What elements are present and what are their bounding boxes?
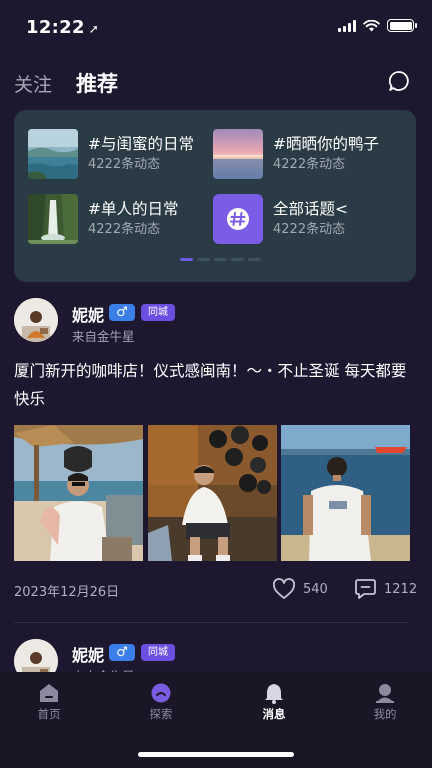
topic-count: 4222条动态	[88, 157, 161, 172]
home-icon	[40, 684, 58, 702]
nav-profile-label: 我的	[373, 707, 397, 721]
top-tabs: 关注 推荐	[14, 68, 118, 98]
post-photo[interactable]	[148, 425, 277, 561]
carousel-page-indicator	[180, 258, 261, 261]
chat-bubble-icon[interactable]	[388, 70, 410, 92]
tab-recommend[interactable]: 推荐	[76, 68, 118, 98]
topic-card: #与闺蜜的日常 4222条动态 #晒晒你的鸭子 4222条动态 #单人的日常 4…	[14, 110, 416, 282]
tab-follow[interactable]: 关注	[14, 70, 52, 97]
topic-title: #与闺蜜的日常	[88, 135, 194, 153]
bell-icon	[265, 684, 283, 704]
topic-thumbnail	[28, 129, 78, 179]
topic-item[interactable]: #与闺蜜的日常 4222条动态	[28, 129, 194, 179]
battery-icon	[387, 19, 417, 32]
topic-item[interactable]: #单人的日常 4222条动态	[28, 194, 179, 244]
wifi-icon	[363, 19, 380, 31]
same-city-badge: 同城	[141, 644, 175, 661]
like-button[interactable]: 540	[272, 578, 328, 600]
hashtag-icon	[227, 208, 249, 230]
topic-item-all[interactable]: 全部话题< 4222条动态	[213, 194, 348, 244]
like-count: 540	[303, 581, 328, 597]
status-time: 12:22 ➚	[26, 17, 100, 38]
home-indicator[interactable]	[138, 752, 294, 757]
nav-messages-label: 消息	[262, 707, 286, 721]
location-arrow-icon: ➚	[88, 22, 100, 36]
heart-icon	[273, 578, 295, 599]
topic-count: 4222条动态	[273, 222, 346, 237]
nav-profile[interactable]: 我的	[350, 682, 420, 722]
post-divider	[14, 622, 408, 623]
post-date: 2023年12月26日	[14, 585, 120, 600]
topic-all-thumbnail	[213, 194, 263, 244]
nav-home-label: 首页	[37, 707, 61, 721]
topic-item[interactable]: #晒晒你的鸭子 4222条动态	[213, 129, 379, 179]
cellular-signal-icon	[338, 19, 356, 32]
nav-explore[interactable]: 探索	[126, 682, 196, 722]
comment-count: 1212	[384, 581, 418, 597]
male-gender-badge: ♂	[109, 304, 135, 321]
status-bar: 12:22 ➚	[0, 0, 432, 56]
topic-title: #单人的日常	[88, 200, 179, 218]
same-city-badge: 同城	[141, 304, 175, 321]
topic-count: 4222条动态	[273, 157, 346, 172]
avatar[interactable]	[14, 298, 58, 342]
comment-button[interactable]: 1212	[354, 578, 417, 600]
comment-icon	[355, 579, 376, 599]
topic-thumbnail	[213, 129, 263, 179]
post-username[interactable]: 妮妮	[72, 302, 104, 326]
nav-messages[interactable]: 消息	[239, 682, 309, 722]
topic-count: 4222条动态	[88, 222, 161, 237]
post-text: 厦门新开的咖啡店！仪式感闽南！～・不止圣诞 每天都要快乐	[14, 362, 407, 408]
post-origin: 来自金牛星	[72, 329, 135, 344]
post-username[interactable]: 妮妮	[72, 642, 104, 666]
explore-icon	[151, 683, 171, 703]
topic-title: 全部话题<	[273, 200, 348, 218]
nav-home[interactable]: 首页	[14, 682, 84, 722]
topic-thumbnail	[28, 194, 78, 244]
profile-icon	[376, 684, 394, 703]
status-icons	[338, 19, 417, 32]
male-gender-badge: ♂	[109, 644, 135, 661]
nav-explore-label: 探索	[149, 707, 173, 721]
post-photo[interactable]	[14, 425, 143, 561]
topic-title: #晒晒你的鸭子	[273, 135, 379, 153]
post-photo[interactable]	[281, 425, 410, 561]
